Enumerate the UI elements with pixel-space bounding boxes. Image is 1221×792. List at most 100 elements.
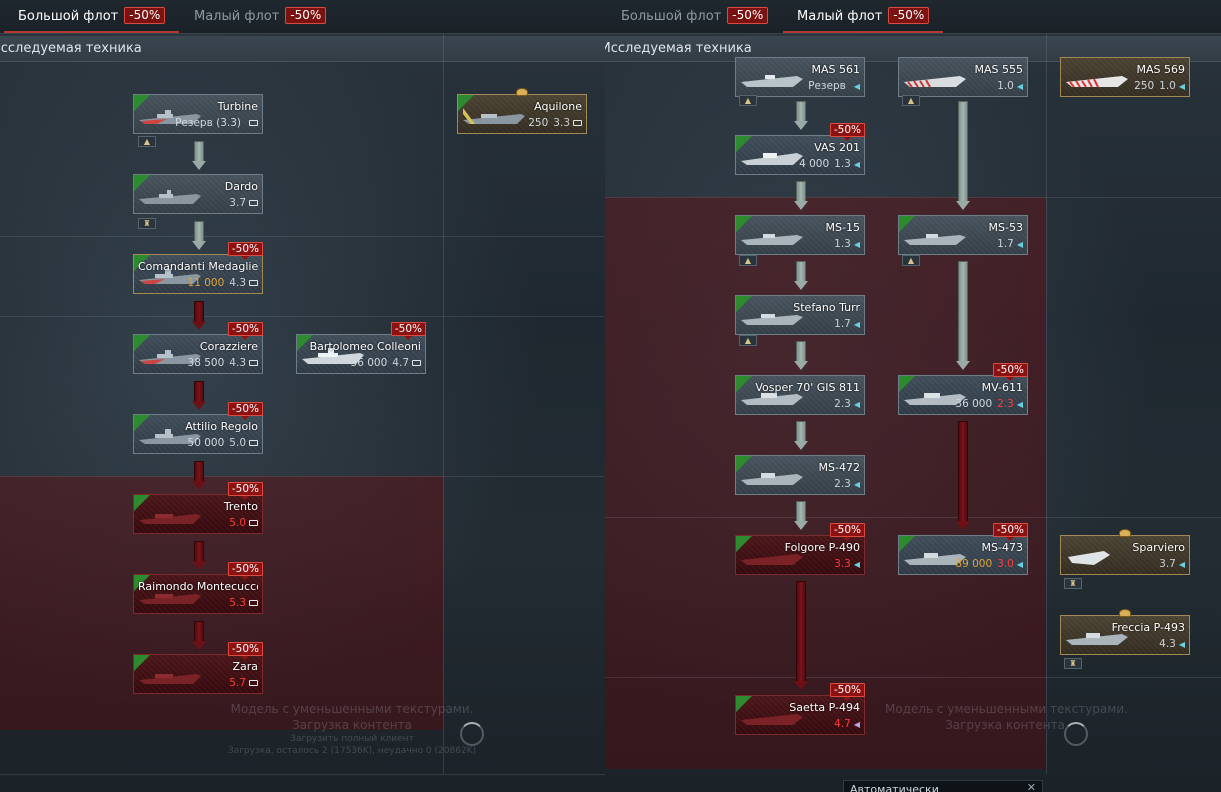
vehicle-card-ms-472[interactable]: MS-472 2.3 ◀ (735, 455, 865, 495)
vehicle-stats: Резерв (3.3) (138, 117, 258, 129)
research-arrow (189, 141, 209, 171)
vehicle-stats: 3.3 ◀ (740, 558, 860, 570)
vehicle-card-mas-569[interactable]: MAS 569 250 1.0 ◀ (1060, 57, 1190, 97)
crew-slot-icon: ▲ (902, 255, 920, 266)
vehicle-card-regolo[interactable]: -50% Attilio Regolo 50 000 5.0 (133, 402, 263, 454)
tab-big-fleet[interactable]: Большой флот -50% (621, 0, 769, 34)
vehicle-card-colleoni[interactable]: -50% Bartolomeo Colleoni 36 000 4.7 (296, 322, 426, 374)
vehicle-card-ms-53[interactable]: MS-53 1.7 ◀ (898, 215, 1028, 255)
boat-class-icon: ◀ (1178, 82, 1185, 91)
vehicle-card-montecuccoli[interactable]: -50% Raimondo Montecuccoli 5.3 (133, 562, 263, 614)
discount-badge: -50% (390, 322, 426, 340)
vehicle-name: Folgore P-490 (784, 541, 860, 554)
battle-rating: 3.7 (229, 197, 246, 209)
battle-rating: 1.0 (997, 80, 1014, 92)
tab-label: Малый флот (797, 9, 883, 24)
vehicle-stats: 2.3 ◀ (740, 398, 860, 410)
vehicle-stats: 4.3 ◀ (1065, 638, 1185, 650)
rank-divider (0, 236, 605, 237)
vehicle-stats: 1.0 ◀ (903, 80, 1023, 92)
battle-rating: 3.3 (834, 558, 851, 570)
vehicle-cost: 89 000 (955, 558, 993, 570)
auto-select-dropdown[interactable]: Автоматически ✕ (843, 780, 1043, 792)
discount-badge: -50% (227, 562, 263, 580)
tab-small-fleet[interactable]: Малый флот -50% (194, 0, 327, 34)
vehicle-card-turbine[interactable]: Turbine Резерв (3.3) (133, 94, 263, 134)
battle-rating: 2.3 (834, 478, 851, 490)
vehicle-name: Zara (232, 660, 258, 673)
ship-class-icon (412, 360, 421, 366)
dropdown-value: Автоматически (850, 783, 939, 792)
battle-rating: 1.3 (834, 158, 851, 170)
vehicle-card-freccia[interactable]: Freccia P-493 4.3 ◀ (1060, 609, 1190, 655)
vehicle-card-ms-15[interactable]: MS-15 1.3 ◀ (735, 215, 865, 255)
loading-overlay: Модель с уменьшенными текстурами. Загруз… (222, 702, 482, 756)
rank-divider (605, 517, 1221, 518)
battle-rating: 3.3 (553, 117, 570, 129)
vehicle-stats: 4.7 ◀ (740, 718, 860, 730)
ship-class-icon (249, 600, 258, 606)
vehicle-stats: 1.3 ◀ (740, 238, 860, 250)
vehicle-name: Corazziere (199, 340, 258, 353)
ship-class-icon (249, 360, 258, 366)
loading-spinner-icon (1064, 722, 1088, 746)
boat-class-icon: ◀ (853, 160, 860, 169)
vehicle-name: Vosper 70' GIS 811 (755, 381, 860, 394)
vehicle-name: MV-611 (981, 381, 1023, 394)
research-arrow (189, 381, 209, 411)
vehicle-card-folgore[interactable]: -50% Folgore P-490 3.3 ◀ (735, 523, 865, 575)
crew-slot-icon: ▲ (739, 255, 757, 266)
vehicle-card-trento[interactable]: -50% Trento 5.0 (133, 482, 263, 534)
rank-divider (0, 316, 605, 317)
battle-rating: 5.0 (229, 517, 246, 529)
vehicle-card-dardo[interactable]: Dardo 3.7 (133, 174, 263, 214)
research-arrow (189, 301, 209, 331)
vehicle-cost: 4 000 (799, 158, 830, 170)
vehicle-card-vosper[interactable]: Vosper 70' GIS 811 2.3 ◀ (735, 375, 865, 415)
research-arrow (791, 181, 811, 211)
vehicle-name: Freccia P-493 (1111, 621, 1185, 634)
discount-badge: -50% (285, 7, 327, 24)
small-fleet-panel: Большой флот -50% Малый флот -50% Исследуе… (605, 0, 1221, 792)
vehicle-card-aquilone[interactable]: Aquilone 250 3.3 (457, 88, 587, 134)
vehicle-card-mas-555[interactable]: MAS 555 1.0 ◀ (898, 57, 1028, 97)
discount-badge: -50% (124, 7, 166, 24)
discount-badge: -50% (227, 242, 263, 260)
vehicle-card-zara[interactable]: -50% Zara 5.7 (133, 642, 263, 694)
battle-rating: 3.7 (1159, 558, 1176, 570)
vehicle-name: Aquilone (534, 100, 582, 113)
research-arrow (791, 341, 811, 371)
research-arrow (791, 421, 811, 451)
ship-class-icon (249, 680, 258, 686)
vehicle-card-saetta[interactable]: -50% Saetta P-494 4.7 ◀ (735, 683, 865, 735)
discount-badge: -50% (829, 123, 865, 141)
vehicle-card-stefano-turr[interactable]: Stefano Turr 1.7 ◀ (735, 295, 865, 335)
battle-rating: 3.0 (997, 558, 1014, 570)
vehicle-name: Attilio Regolo (185, 420, 258, 433)
loading-spinner-icon (460, 722, 484, 746)
tab-bar: Большой флот -50% Малый флот -50% (0, 0, 605, 34)
vehicle-cost: 11 000 (187, 277, 225, 289)
vehicle-card-mas-561[interactable]: MAS 561 Резерв ◀ (735, 57, 865, 97)
vehicle-card-comandanti[interactable]: -50% Comandanti Medaglie d'Oro 11 000 4.3 (133, 242, 263, 294)
vehicle-card-vas-201[interactable]: -50% VAS 201 4 000 1.3 ◀ (735, 123, 865, 175)
loading-overlay: Модель с уменьшенными текстурами. Загруз… (885, 702, 1128, 732)
loading-line: Загрузить полный клиент (290, 734, 414, 744)
vehicle-card-ms-473[interactable]: -50% MS-473 89 000 3.0 ◀ (898, 523, 1028, 575)
vehicle-card-mv-611[interactable]: -50% MV-611 36 000 2.3 ◀ (898, 363, 1028, 415)
vehicle-cost: 36 000 (350, 357, 388, 369)
vehicle-card-corazziere[interactable]: -50% Corazziere 38 500 4.3 (133, 322, 263, 374)
discount-badge: -50% (829, 523, 865, 541)
tab-small-fleet[interactable]: Малый флот -50% (782, 0, 944, 34)
vehicle-name: Comandanti Medaglie d'Oro (138, 260, 258, 273)
boat-class-icon: ◀ (1178, 640, 1185, 649)
crew-slot-icon: ▲ (902, 95, 920, 106)
vehicle-stats: 1.7 ◀ (903, 238, 1023, 250)
boat-class-icon: ◀ (853, 480, 860, 489)
vehicle-card-sparviero[interactable]: Sparviero 3.7 ◀ (1060, 529, 1190, 575)
vehicle-name: VAS 201 (814, 141, 860, 154)
research-arrow (189, 221, 209, 251)
research-slot-icon: ♜ (138, 218, 156, 229)
vehicle-stats: 250 3.3 (462, 117, 582, 129)
tab-big-fleet[interactable]: Большой флот -50% (3, 0, 180, 34)
